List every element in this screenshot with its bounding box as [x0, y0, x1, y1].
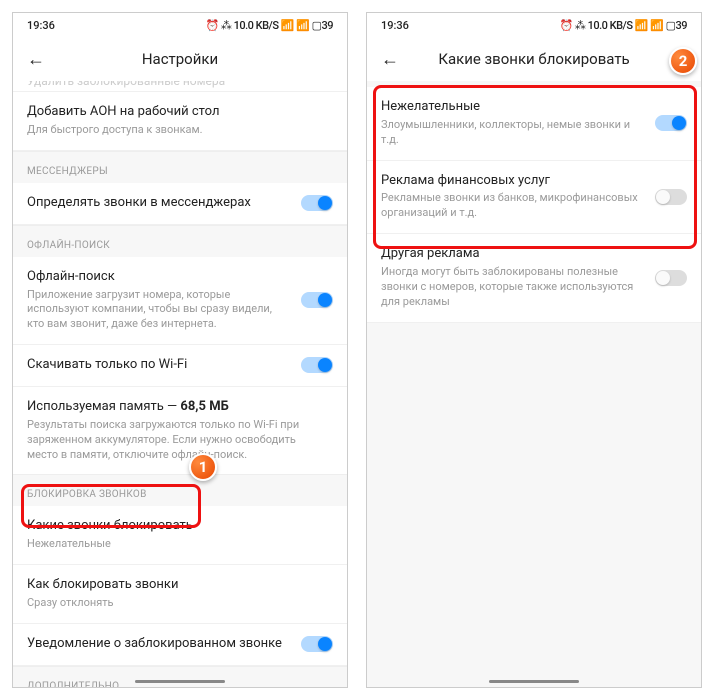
status-bar: 19:36 ⏰ ⁂ 10.0 KB/S 📶 📶 ▢39 [367, 13, 701, 37]
cutoff-row: Удалить заблокированные номера [13, 81, 347, 92]
badge-1: 1 [189, 453, 217, 481]
section-extra: ДОПОЛНИТЕЛЬНО [13, 666, 347, 688]
back-icon[interactable]: ← [381, 49, 399, 70]
title-bar: ← Какие звонки блокировать [367, 37, 701, 81]
home-indicator [135, 680, 225, 683]
row-title: Какие звонки блокировать [27, 518, 323, 535]
toggle-messenger[interactable] [301, 195, 333, 211]
section-messengers: МЕССЕНДЖЕРЫ [13, 151, 347, 183]
row-sub: Сразу отклонять [27, 596, 323, 611]
row-messenger-detect[interactable]: Определять звонки в мессенджерах [13, 183, 347, 225]
row-title: Как блокировать звонки [27, 577, 323, 594]
section-block: БЛОКИРОВКА ЗВОНКОВ [13, 474, 347, 506]
row-title: Используемая память — 68,5 МБ [27, 399, 323, 416]
row-how-block[interactable]: Как блокировать звонки Сразу отклонять [13, 565, 347, 624]
row-memory[interactable]: Используемая память — 68,5 МБ Результаты… [13, 387, 347, 474]
row-sub: Приложение загрузит номера, которые испо… [27, 288, 291, 333]
row-sub: Результаты поиска загружаются только по … [27, 418, 323, 463]
toggle-notify[interactable] [301, 636, 333, 652]
status-bar: 19:36 ⏰ ⁂ 10.0 KB/S 📶 📶 ▢39 [13, 13, 347, 37]
page-title: Настройки [13, 50, 347, 68]
home-indicator [489, 680, 579, 683]
row-finance-ads[interactable]: Реклама финансовых услуг Рекламные звонк… [367, 161, 701, 235]
title-bar: ← Настройки [13, 37, 347, 81]
row-unwanted[interactable]: Нежелательные Злоумышленники, коллекторы… [367, 87, 701, 161]
row-title: Уведомление о заблокированном звонке [27, 636, 291, 653]
row-title: Определять звонки в мессенджерах [27, 195, 291, 212]
row-sub: Иногда могут быть заблокированы полезные… [381, 265, 645, 310]
row-wifi-only[interactable]: Скачивать только по Wi-Fi [13, 345, 347, 387]
row-which-block[interactable]: Какие звонки блокировать Нежелательные [13, 506, 347, 565]
section-offline: ОФЛАЙН-ПОИСК [13, 225, 347, 257]
status-time: 19:36 [27, 19, 55, 32]
status-icons: ⏰ ⁂ 10.0 KB/S 📶 📶 ▢39 [205, 19, 333, 32]
row-title: Нежелательные [381, 99, 645, 116]
toggle-other-ads[interactable] [655, 270, 687, 286]
row-title: Добавить АОН на рабочий стол [27, 104, 323, 121]
row-title: Скачивать только по Wi-Fi [27, 357, 291, 374]
row-title: Реклама финансовых услуг [381, 173, 645, 190]
phone-screenshot-1: 19:36 ⏰ ⁂ 10.0 KB/S 📶 📶 ▢39 ← Настройки … [12, 12, 348, 688]
row-block-notify[interactable]: Уведомление о заблокированном звонке [13, 624, 347, 666]
row-sub: Нежелательные [27, 537, 323, 552]
row-sub: Для быстрого доступа к звонкам. [27, 123, 323, 138]
back-icon[interactable]: ← [27, 49, 45, 70]
toggle-finance[interactable] [655, 189, 687, 205]
row-sub: Злоумышленники, коллекторы, немые звонки… [381, 118, 645, 148]
status-time: 19:36 [381, 19, 409, 32]
row-other-ads[interactable]: Другая реклама Иногда могут быть заблоки… [367, 234, 701, 322]
badge-2: 2 [669, 47, 697, 75]
row-add-aon[interactable]: Добавить АОН на рабочий стол Для быстрог… [13, 92, 347, 151]
row-title: Другая реклама [381, 246, 645, 263]
phone-screenshot-2: 19:36 ⏰ ⁂ 10.0 KB/S 📶 📶 ▢39 ← Какие звон… [366, 12, 702, 688]
page-title: Какие звонки блокировать [367, 50, 701, 68]
toggle-offline[interactable] [301, 292, 333, 308]
row-title: Офлайн-поиск [27, 269, 291, 286]
toggle-unwanted[interactable] [655, 115, 687, 131]
row-offline-search[interactable]: Офлайн-поиск Приложение загрузит номера,… [13, 257, 347, 345]
status-icons: ⏰ ⁂ 10.0 KB/S 📶 📶 ▢39 [559, 19, 687, 32]
row-sub: Рекламные звонки из банков, микрофинансо… [381, 191, 645, 221]
toggle-wifi[interactable] [301, 357, 333, 373]
